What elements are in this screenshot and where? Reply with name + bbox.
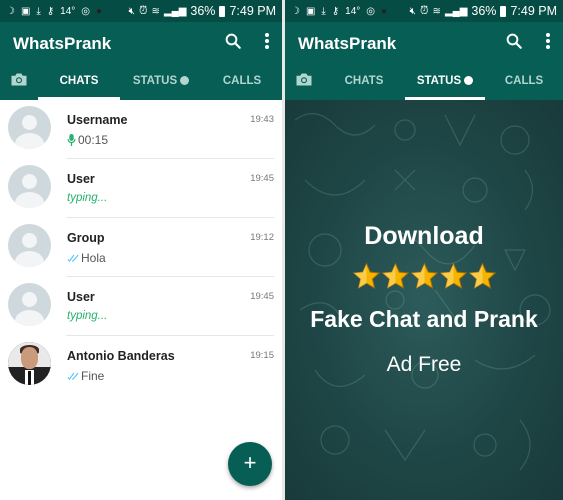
chat-preview: 00:15 xyxy=(67,133,108,147)
camera-sync-icon: ◎ xyxy=(366,5,376,17)
promo-title: Fake Chat and Prank xyxy=(310,306,538,332)
wifi-icon: ≋ xyxy=(151,5,160,17)
temperature-label: 14° xyxy=(345,5,361,17)
signal-icon: ▂▄▆ xyxy=(444,5,468,17)
app-title: WhatsPrank xyxy=(298,34,397,53)
tab-calls[interactable]: CALLS xyxy=(485,62,563,100)
chat-preview: typing... xyxy=(67,310,108,322)
status-dot-icon xyxy=(464,76,474,85)
app-title: WhatsPrank xyxy=(13,34,112,53)
chat-time: 19:43 xyxy=(250,114,274,125)
key-icon: ⚷ xyxy=(46,5,55,17)
system-icons: 🔇︎ ⏰︎ ≋ ▂▄▆ 36% 7:49 PM xyxy=(129,4,276,18)
promo-banner[interactable]: Download Fake Chat and Prank Ad Free xyxy=(285,100,563,500)
camera-icon xyxy=(11,73,27,86)
double-check-icon xyxy=(67,372,79,380)
chat-name: Antonio Banderas xyxy=(67,349,175,363)
image-icon: ▣ xyxy=(20,5,31,17)
more-options-icon[interactable] xyxy=(264,32,270,50)
avatar xyxy=(8,224,51,267)
chat-preview: typing... xyxy=(67,192,108,204)
chat-preview: Fine xyxy=(67,369,104,383)
tab-camera[interactable] xyxy=(0,62,38,100)
search-icon[interactable] xyxy=(224,32,242,50)
chat-row[interactable]: Antonio Banderas 19:15 Fine xyxy=(0,336,282,395)
avatar-photo xyxy=(8,342,51,385)
star-icon xyxy=(381,262,409,289)
star-icon xyxy=(352,262,380,289)
rating-stars xyxy=(285,262,563,296)
app-bar: WhatsPrank CHATS STATUS CALLS xyxy=(285,22,563,100)
status-dot-icon xyxy=(180,76,190,85)
download-icon: ⤓ xyxy=(36,5,41,17)
signal-icon: ▂▄▆ xyxy=(163,5,187,17)
mute-icon: 🔇︎ xyxy=(128,5,135,17)
app-bar: WhatsPrank CHATS STATUS CALLS xyxy=(0,22,282,100)
moon-icon: ☽ xyxy=(6,5,15,17)
alarm-icon: ⏰︎ xyxy=(138,4,148,17)
chat-name: User xyxy=(67,172,95,186)
battery-percent: 36% xyxy=(471,4,497,18)
doodle-pattern xyxy=(294,113,551,471)
star-icon xyxy=(439,262,467,289)
tab-status[interactable]: STATUS xyxy=(405,62,485,100)
star-icon xyxy=(468,262,496,289)
chat-name: Group xyxy=(67,231,105,245)
chat-time: 19:12 xyxy=(250,232,274,243)
microphone-icon xyxy=(67,134,76,146)
chat-row[interactable]: User 19:45 typing... xyxy=(0,159,282,218)
mute-icon: 🔇︎ xyxy=(409,5,416,17)
download-icon: ⤓ xyxy=(321,5,326,17)
chat-row[interactable]: User 19:45 typing... xyxy=(0,277,282,336)
tab-chats[interactable]: CHATS xyxy=(38,62,120,100)
chat-time: 19:45 xyxy=(250,173,274,184)
clock: 7:49 PM xyxy=(229,4,276,18)
chat-row[interactable]: Username 19:43 00:15 xyxy=(0,100,282,159)
system-icons: 🔇︎ ⏰︎ ≋ ▂▄▆ 36% 7:49 PM xyxy=(410,4,557,18)
new-chat-button[interactable]: + xyxy=(228,442,272,486)
tab-camera[interactable] xyxy=(285,62,323,100)
tab-status[interactable]: STATUS xyxy=(120,62,202,100)
chats-screen: ☽ ▣ ⤓ ⚷ 14° ◎ ● 🔇︎ ⏰︎ ≋ ▂▄▆ 36% 7:49 PM … xyxy=(0,0,282,500)
status-bar: ☽ ▣ ⤓ ⚷ 14° ◎ ● 🔇︎ ⏰︎ ≋ ▂▄▆ 36% 7:49 PM xyxy=(285,0,563,22)
flame-icon: ● xyxy=(96,5,103,17)
flame-icon: ● xyxy=(381,5,388,17)
avatar xyxy=(8,165,51,208)
temperature-label: 14° xyxy=(60,5,76,17)
tab-calls[interactable]: CALLS xyxy=(202,62,282,100)
avatar xyxy=(8,283,51,326)
image-icon: ▣ xyxy=(305,5,316,17)
moon-icon: ☽ xyxy=(291,5,300,17)
tab-bar: CHATS STATUS CALLS xyxy=(0,62,282,100)
more-options-icon[interactable] xyxy=(545,32,551,50)
status-screen: ☽ ▣ ⤓ ⚷ 14° ◎ ● 🔇︎ ⏰︎ ≋ ▂▄▆ 36% 7:49 PM … xyxy=(285,0,563,500)
double-check-icon xyxy=(67,254,79,262)
chat-row[interactable]: Group 19:12 Hola xyxy=(0,218,282,277)
battery-icon xyxy=(219,5,226,17)
chat-time: 19:45 xyxy=(250,291,274,302)
promo-subtitle: Ad Free xyxy=(386,353,462,376)
clock: 7:49 PM xyxy=(510,4,557,18)
avatar xyxy=(8,106,51,149)
chat-name: User xyxy=(67,290,95,304)
wifi-icon: ≋ xyxy=(432,5,441,17)
chat-time: 19:15 xyxy=(250,350,274,361)
tab-chats[interactable]: CHATS xyxy=(323,62,405,100)
notification-icons: ☽ ▣ ⤓ ⚷ 14° ◎ ● xyxy=(6,6,102,17)
alarm-icon: ⏰︎ xyxy=(419,4,429,17)
tab-bar: CHATS STATUS CALLS xyxy=(285,62,563,100)
status-bar: ☽ ▣ ⤓ ⚷ 14° ◎ ● 🔇︎ ⏰︎ ≋ ▂▄▆ 36% 7:49 PM xyxy=(0,0,282,22)
battery-percent: 36% xyxy=(190,4,216,18)
search-icon[interactable] xyxy=(505,32,523,50)
chat-name: Username xyxy=(67,113,128,127)
promo-headline: Download xyxy=(364,222,484,250)
notification-icons: ☽ ▣ ⤓ ⚷ 14° ◎ ● xyxy=(291,6,387,17)
chat-list: Username 19:43 00:15 User 19:45 typing..… xyxy=(0,100,282,395)
star-icon xyxy=(410,262,438,289)
camera-sync-icon: ◎ xyxy=(81,5,91,17)
key-icon: ⚷ xyxy=(331,5,340,17)
battery-icon xyxy=(500,5,507,17)
camera-icon xyxy=(296,73,312,86)
chat-preview: Hola xyxy=(67,251,106,265)
